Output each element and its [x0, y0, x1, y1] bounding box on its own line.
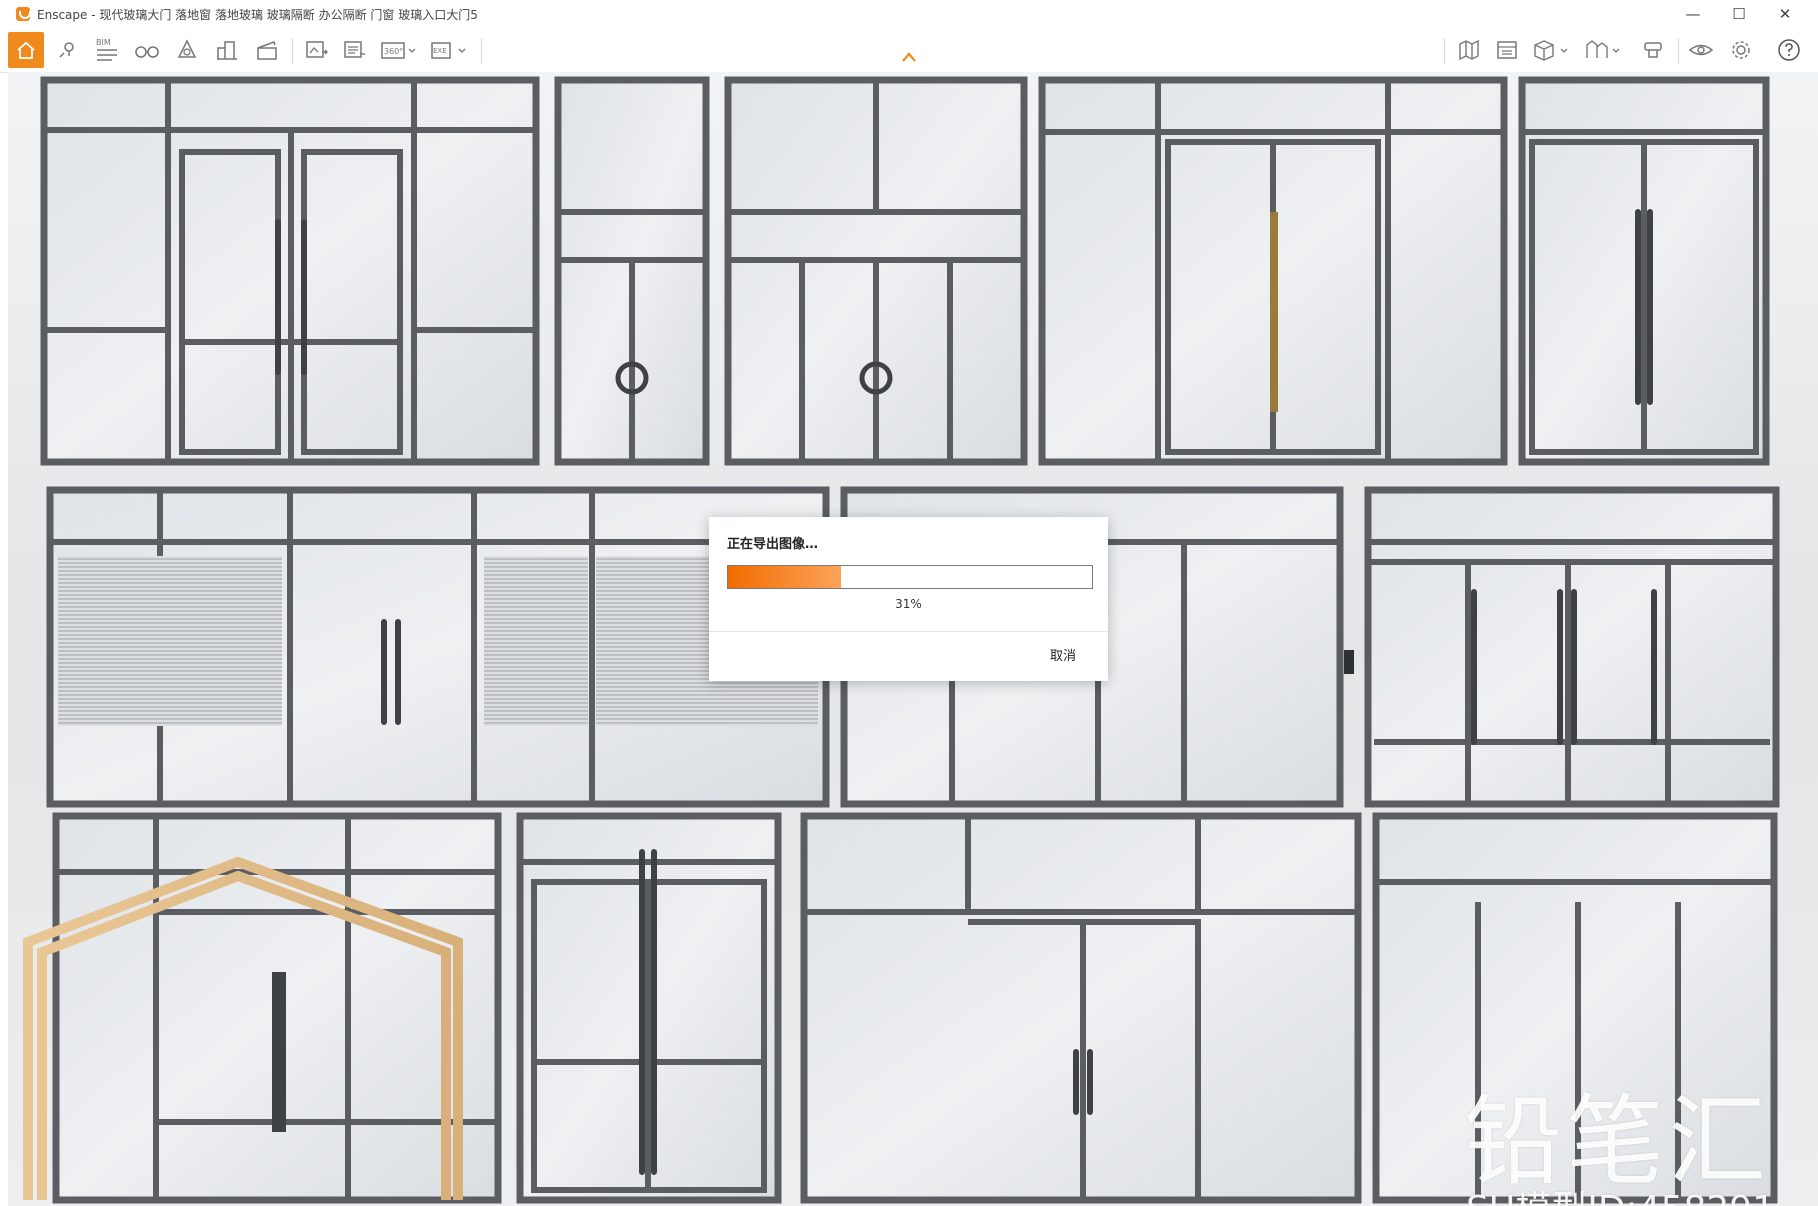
toolbar-divider	[1678, 38, 1679, 64]
clapper-icon	[257, 41, 277, 60]
location-pin-icon	[59, 42, 74, 58]
dialog-title: 正在导出图像…	[727, 537, 819, 552]
export-progress-dialog: 正在导出图像… 31% 取消	[709, 517, 1108, 681]
home-icon	[17, 41, 35, 59]
cube-icon	[1534, 40, 1568, 61]
visual-settings-button[interactable]	[1636, 32, 1670, 68]
bim-label: BIM	[96, 38, 111, 47]
panorama-icon: 360°	[381, 42, 416, 59]
maximize-button[interactable]: ☐	[1716, 0, 1762, 28]
window-titlebar: Enscape - 现代玻璃大门 落地窗 落地玻璃 玻璃隔断 办公隔断 门窗 玻…	[0, 0, 1818, 28]
settings-button[interactable]	[1724, 32, 1758, 68]
render-batch-icon	[344, 41, 365, 58]
exe-export-icon: EXE	[431, 42, 466, 59]
buildings-icon	[217, 41, 237, 60]
render-image-button[interactable]	[300, 32, 334, 68]
visual-settings-icon	[1644, 42, 1662, 58]
window-controls: — ☐ ✕	[1670, 0, 1808, 28]
help-button[interactable]	[1772, 32, 1806, 68]
model-id-watermark: SU模型ID:458291	[1466, 1180, 1775, 1206]
batch-render-button[interactable]	[338, 32, 372, 68]
sheet-icon	[1497, 41, 1517, 59]
asset-library-icon	[1586, 40, 1620, 58]
toolbar-divider	[1444, 38, 1445, 64]
panorama-label: 360°	[384, 47, 403, 56]
minimize-button[interactable]: —	[1670, 0, 1716, 28]
cone-button[interactable]	[170, 32, 204, 68]
gear-icon	[1732, 41, 1750, 59]
close-button[interactable]: ✕	[1762, 0, 1808, 28]
window-title: Enscape - 现代玻璃大门 落地窗 落地玻璃 玻璃隔断 办公隔断 门窗 玻…	[37, 7, 478, 22]
cancel-button[interactable]: 取消	[1050, 645, 1076, 664]
dialog-divider	[709, 631, 1108, 632]
map-icon	[1459, 39, 1479, 61]
panorama-button[interactable]: 360°	[378, 32, 422, 68]
location-button[interactable]	[50, 32, 84, 68]
bim-icon: BIM	[96, 38, 117, 61]
exe-export-button[interactable]: EXE	[428, 32, 472, 68]
bim-button[interactable]: BIM	[90, 32, 124, 68]
cone-icon	[177, 39, 197, 58]
toolbar-divider	[481, 38, 482, 64]
progress-bar-fill	[728, 566, 841, 588]
toolbar-divider	[292, 38, 293, 64]
map-button[interactable]	[1452, 32, 1486, 68]
view-button[interactable]	[1684, 32, 1718, 68]
render-image-icon	[306, 41, 328, 58]
enscape-logo-icon	[16, 7, 31, 21]
collapse-toolbar-arrow-icon[interactable]	[901, 50, 917, 64]
help-icon	[1778, 39, 1800, 61]
sheet-button[interactable]	[1490, 32, 1524, 68]
eye-icon	[1688, 44, 1714, 56]
exe-label: EXE	[433, 47, 447, 55]
home-button[interactable]	[8, 32, 44, 68]
binoculars-button[interactable]	[130, 32, 164, 68]
buildings-button[interactable]	[210, 32, 244, 68]
asset-library-button[interactable]	[1582, 32, 1628, 68]
cube-button[interactable]	[1530, 32, 1576, 68]
binoculars-icon	[135, 46, 159, 58]
video-editor-button[interactable]	[250, 32, 284, 68]
progress-percent: 31%	[895, 597, 922, 611]
progress-bar	[727, 565, 1093, 589]
